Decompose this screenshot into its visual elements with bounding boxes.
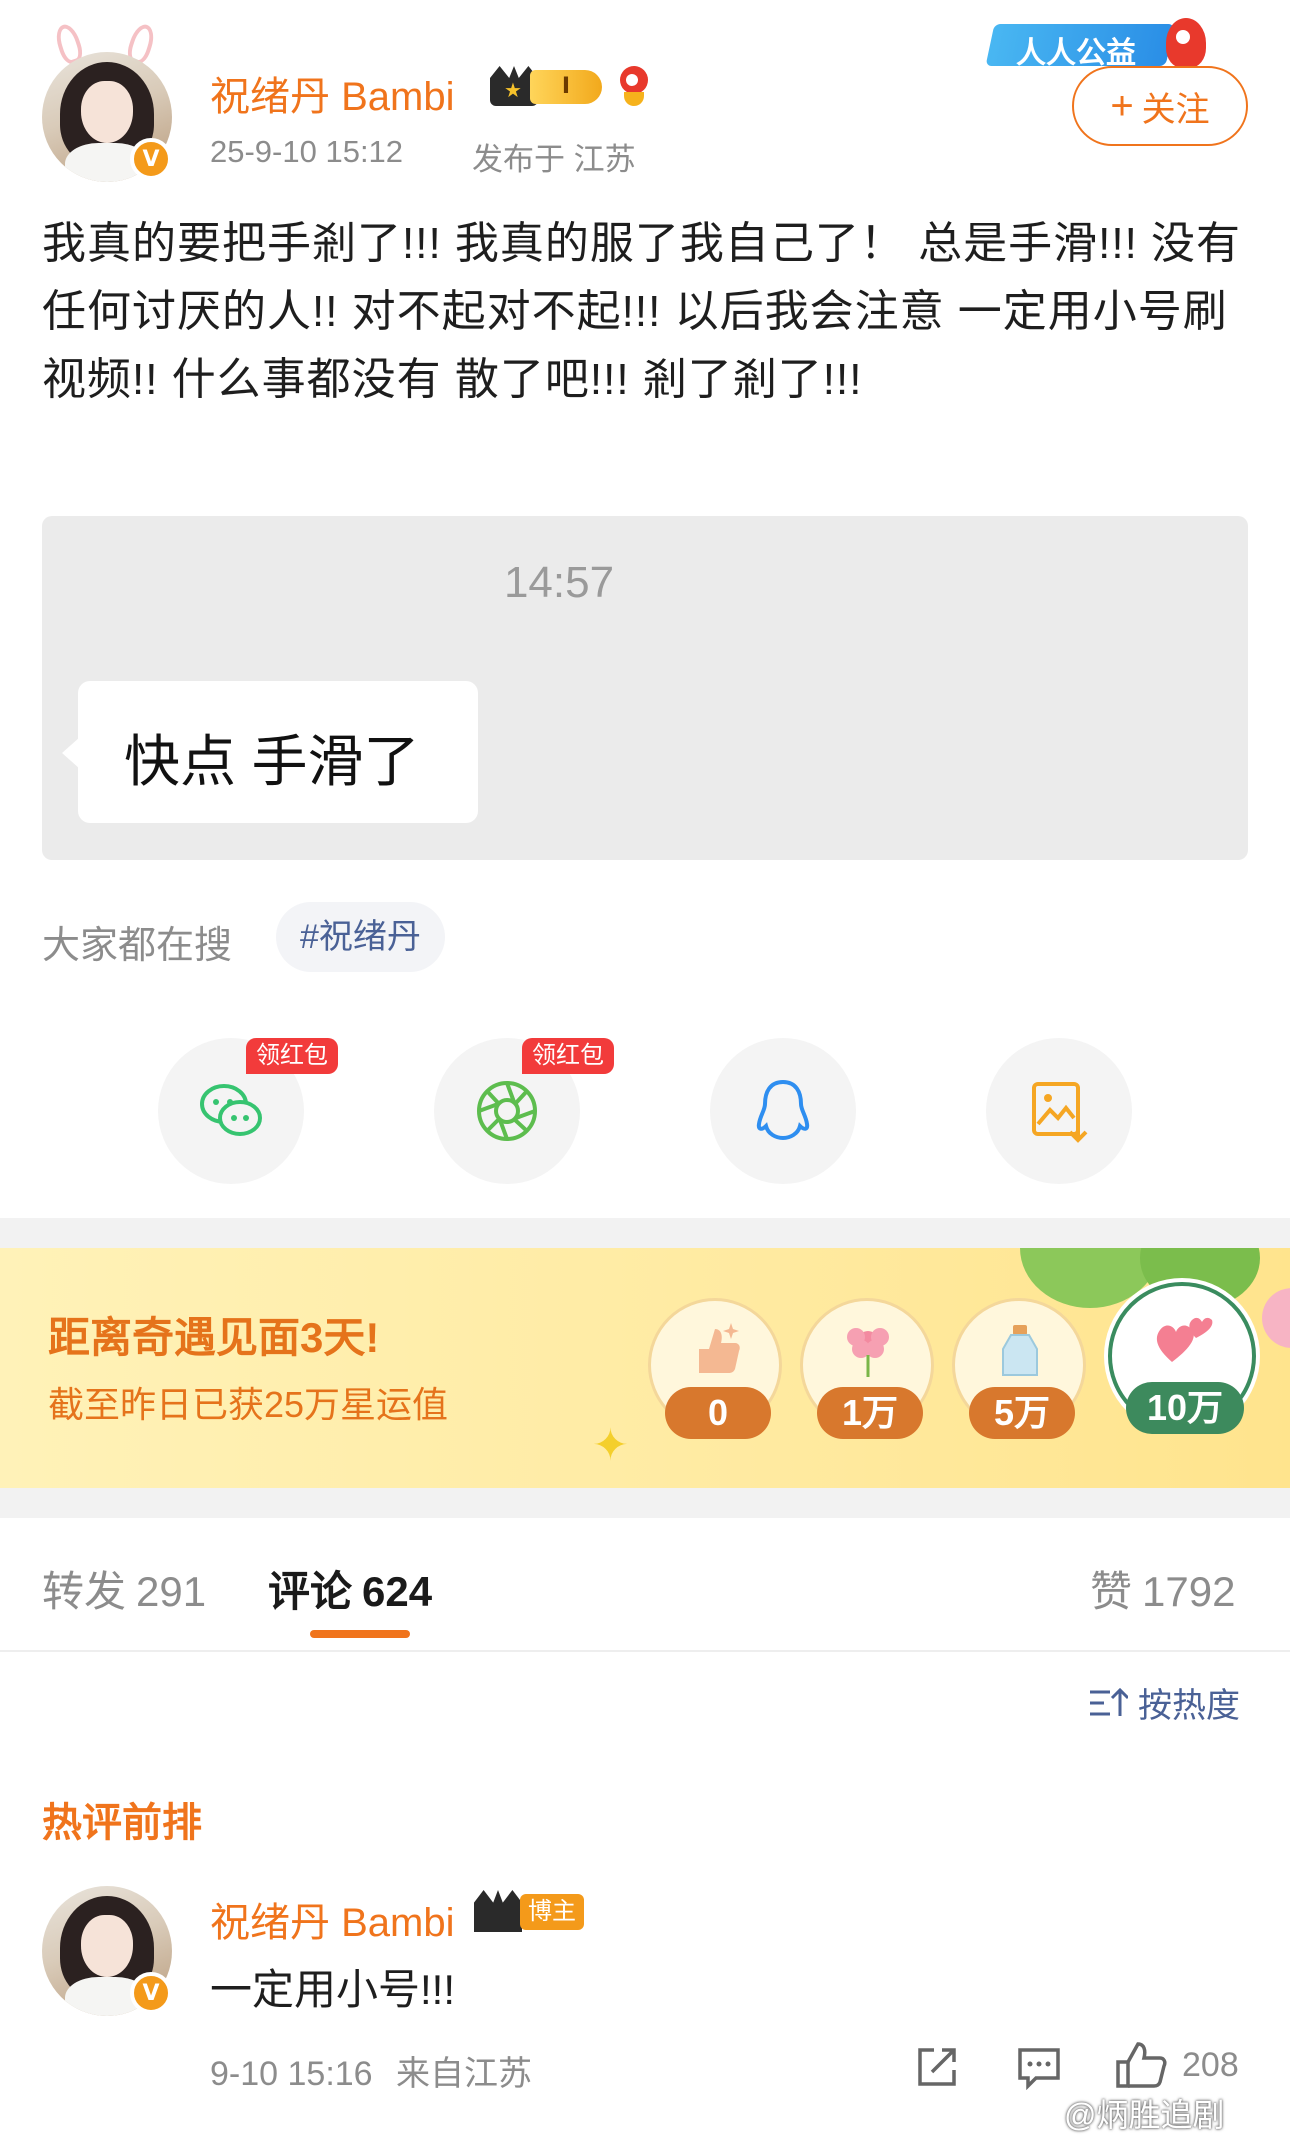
section-divider [0,1218,1290,1248]
comment-meta: 9-10 15:16 来自江苏 [210,2046,532,2095]
milestone-value: 5万 [969,1387,1075,1439]
tabs-divider [0,1650,1290,1652]
sort-icon [1090,1687,1128,1716]
post-text: 我真的要把手剎了!!! 我真的服了我自己了！ 总是手滑!!! 没有任何讨厌的人!… [42,219,1242,404]
heart-icon [1156,1317,1213,1362]
qq-icon [756,1079,810,1141]
tab-like-count: 1792 [1142,1568,1236,1615]
decor-flower [1262,1288,1290,1348]
flower-icon [847,1328,889,1377]
blogger-tag: 博主 [520,1894,584,1930]
search-label: 大家都在搜 [42,925,233,967]
verified-badge-icon: V [130,1972,172,2014]
section-divider [0,1488,1290,1518]
like-icon[interactable] [1114,2040,1168,2090]
tab-like[interactable]: 赞 1792 [1090,1558,1235,1619]
milestone-3[interactable]: 10万 [1108,1282,1256,1434]
post-location: 发布于 江苏 [472,142,636,177]
watermark: @炳胜追剧 [1064,2097,1225,2133]
hot-comments-title: 热评前排 [42,1801,202,1845]
charity-banner[interactable]: 人人公益 [985,18,1210,70]
mascot-icon[interactable] [616,62,652,108]
post-timestamp: 25-9-10 15:12 [210,134,404,169]
milestone-value: 1万 [817,1387,923,1439]
post-image[interactable]: 14:57 快点 手滑了 [42,516,1248,860]
bottle-icon [1002,1325,1038,1376]
banner-title: 距离奇遇见面3天! [48,1314,380,1361]
comment-location: 来自江苏 [396,2055,533,2093]
comment-username[interactable]: 祝绪丹 Bambi [210,1890,455,1948]
tab-like-label: 赞 [1090,1568,1133,1615]
comment-time: 9-10 15:16 [210,2055,373,2093]
save-image-icon [1032,1082,1088,1143]
crown-icon [474,1890,522,1932]
chat-message: 快点 手滑了 [124,730,420,793]
reply-icon[interactable] [1016,2044,1062,2090]
red-packet-tag: 领红包 [246,1038,338,1074]
star-value-banner[interactable]: 距离奇遇见面3天! 截至昨日已获25万星运值 ✦ 0 1万 5万 10万 [0,1248,1290,1488]
tab-comment-count: 624 [362,1568,433,1615]
rank-pill: I [530,70,602,104]
verified-badge-icon: V [130,138,172,180]
milestone-value: 10万 [1126,1382,1244,1434]
banner-subtitle: 截至昨日已获25万星运值 [48,1384,449,1425]
tab-comment-label: 评论 [268,1568,353,1615]
moments-icon [477,1081,537,1141]
save-image-button[interactable] [986,1038,1132,1184]
wechat-icon [200,1084,262,1136]
milestone-2[interactable]: 5万 [952,1298,1086,1439]
chat-time: 14:57 [503,558,615,607]
plus-icon: + [1110,84,1134,128]
follow-button[interactable]: + 关注 [1072,66,1248,146]
milestone-0[interactable]: 0 [648,1298,782,1439]
sparkle-icon: ✦ [592,1420,629,1471]
charity-mascot-icon [1166,18,1206,68]
share-icon[interactable] [914,2044,960,2090]
thumbs-up-icon [699,1323,740,1373]
post-username[interactable]: 祝绪丹 Bambi [210,64,455,122]
hashtag-chip[interactable]: #祝绪丹 [276,902,445,972]
comment-text: 一定用小号!!! [210,1966,456,2013]
milestone-value: 0 [665,1387,771,1439]
sort-button[interactable]: 按热度 [1088,1678,1240,1727]
tab-active-indicator [310,1630,410,1638]
tab-comment[interactable]: 评论 624 [268,1558,432,1619]
share-qq-button[interactable] [710,1038,856,1184]
tab-repost-label: 转发 [42,1568,127,1615]
red-packet-tag: 领红包 [522,1038,614,1074]
sort-label: 按热度 [1138,1687,1240,1725]
follow-label: 关注 [1141,90,1210,129]
tab-repost[interactable]: 转发 291 [42,1558,206,1619]
star-icon: ★ [504,78,522,102]
tab-repost-count: 291 [136,1568,207,1615]
member-badge[interactable]: ★ I [490,64,606,108]
milestone-1[interactable]: 1万 [800,1298,934,1439]
chat-bubble: 快点 手滑了 [62,681,478,823]
comment-like-count: 208 [1182,2046,1239,2084]
